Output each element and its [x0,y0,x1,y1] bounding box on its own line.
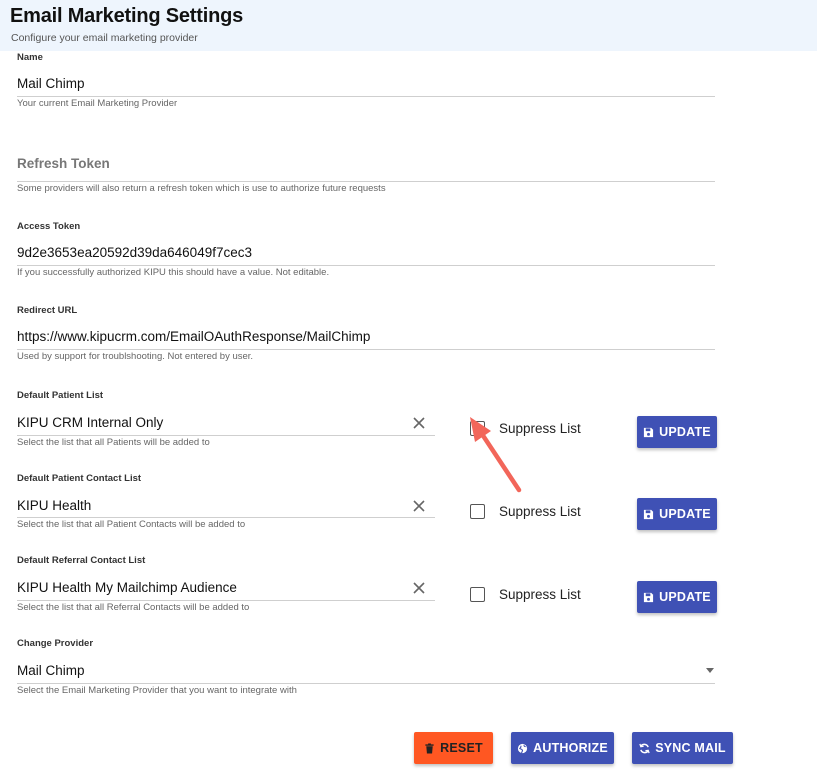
change-provider-select[interactable]: Mail Chimp [17,663,85,678]
refresh-token-field[interactable]: Refresh Token Some providers will also r… [17,154,715,198]
update-button-patient[interactable]: UPDATE [637,416,717,448]
update-button-referral-contact[interactable]: UPDATE [637,581,717,613]
default-referral-contact-list-value[interactable]: KIPU Health My Mailchimp Audience [17,580,237,595]
close-icon[interactable] [412,499,426,513]
sync-mail-button-label: SYNC MAIL [655,741,726,755]
access-token-helper: If you successfully authorized KIPU this… [17,267,330,278]
default-patient-list-field[interactable]: Default Patient List KIPU CRM Internal O… [17,390,435,450]
floppy-disk-icon [644,592,654,602]
trash-icon [425,742,434,754]
redirect-url-helper: Used by support for troublshooting. Not … [17,351,254,362]
redirect-url-underline [17,349,715,350]
update-button-label: UPDATE [659,590,711,604]
update-button-label: UPDATE [659,425,711,439]
redirect-url-label: Redirect URL [17,305,78,316]
page-subtitle: Configure your email marketing provider [11,32,198,44]
default-referral-contact-list-underline [17,600,435,601]
name-underline [17,96,715,97]
access-token-underline [17,265,715,266]
refresh-token-underline [17,181,715,182]
default-patient-list-label: Default Patient List [17,390,104,401]
suppress-list-label-referral-contact: Suppress List [499,587,581,602]
page-header: Email Marketing Settings Configure your … [0,0,817,51]
authorize-button[interactable]: AUTHORIZE [511,732,614,764]
sync-icon [639,743,650,753]
default-patient-list-underline [17,435,435,436]
name-field[interactable]: Name Mail Chimp Your current Email Marke… [17,52,715,112]
authorize-button-label: AUTHORIZE [533,741,608,755]
annotation-arrow-icon [470,417,522,493]
floppy-disk-icon [644,427,654,437]
refresh-token-input[interactable]: Refresh Token [17,156,110,171]
default-patient-list-value[interactable]: KIPU CRM Internal Only [17,415,163,430]
close-icon[interactable] [412,581,426,595]
sync-mail-button[interactable]: SYNC MAIL [632,732,733,764]
name-helper: Your current Email Marketing Provider [17,98,178,109]
default-patient-contact-list-value[interactable]: KIPU Health [17,498,91,513]
default-patient-contact-list-field[interactable]: Default Patient Contact List KIPU Health… [17,473,435,533]
access-token-field[interactable]: Access Token 9d2e3653ea20592d39da646049f… [17,221,715,281]
floppy-disk-icon [644,509,654,519]
close-icon[interactable] [412,416,426,430]
change-provider-field[interactable]: Change Provider Mail Chimp Select the Em… [17,638,715,698]
default-patient-contact-list-helper: Select the list that all Patient Contact… [17,519,246,530]
suppress-list-checkbox-patient-contact[interactable] [470,504,485,519]
refresh-token-helper: Some providers will also return a refres… [17,183,386,194]
default-patient-contact-list-underline [17,517,435,518]
update-button-label: UPDATE [659,507,711,521]
redirect-url-value: https://www.kipucrm.com/EmailOAuthRespon… [17,329,371,344]
reset-button-label: RESET [440,741,483,755]
globe-icon [518,743,528,753]
access-token-label: Access Token [17,221,81,232]
change-provider-underline [17,683,715,684]
dropdown-arrow-icon[interactable] [706,668,714,673]
name-value[interactable]: Mail Chimp [17,76,85,91]
update-button-patient-contact[interactable]: UPDATE [637,498,717,530]
suppress-list-label-patient-contact: Suppress List [499,504,581,519]
default-patient-list-helper: Select the list that all Patients will b… [17,437,210,448]
default-referral-contact-list-label: Default Referral Contact List [17,555,146,566]
redirect-url-field[interactable]: Redirect URL https://www.kipucrm.com/Ema… [17,305,715,365]
default-referral-contact-list-helper: Select the list that all Referral Contac… [17,602,250,613]
change-provider-helper: Select the Email Marketing Provider that… [17,685,297,696]
access-token-value: 9d2e3653ea20592d39da646049f7cec3 [17,245,252,260]
reset-button[interactable]: RESET [414,732,493,764]
page-title: Email Marketing Settings [10,5,244,27]
default-referral-contact-list-field[interactable]: Default Referral Contact List KIPU Healt… [17,555,435,615]
change-provider-label: Change Provider [17,638,94,649]
suppress-list-checkbox-referral-contact[interactable] [470,587,485,602]
default-patient-contact-list-label: Default Patient Contact List [17,473,142,484]
name-label: Name [17,52,43,63]
